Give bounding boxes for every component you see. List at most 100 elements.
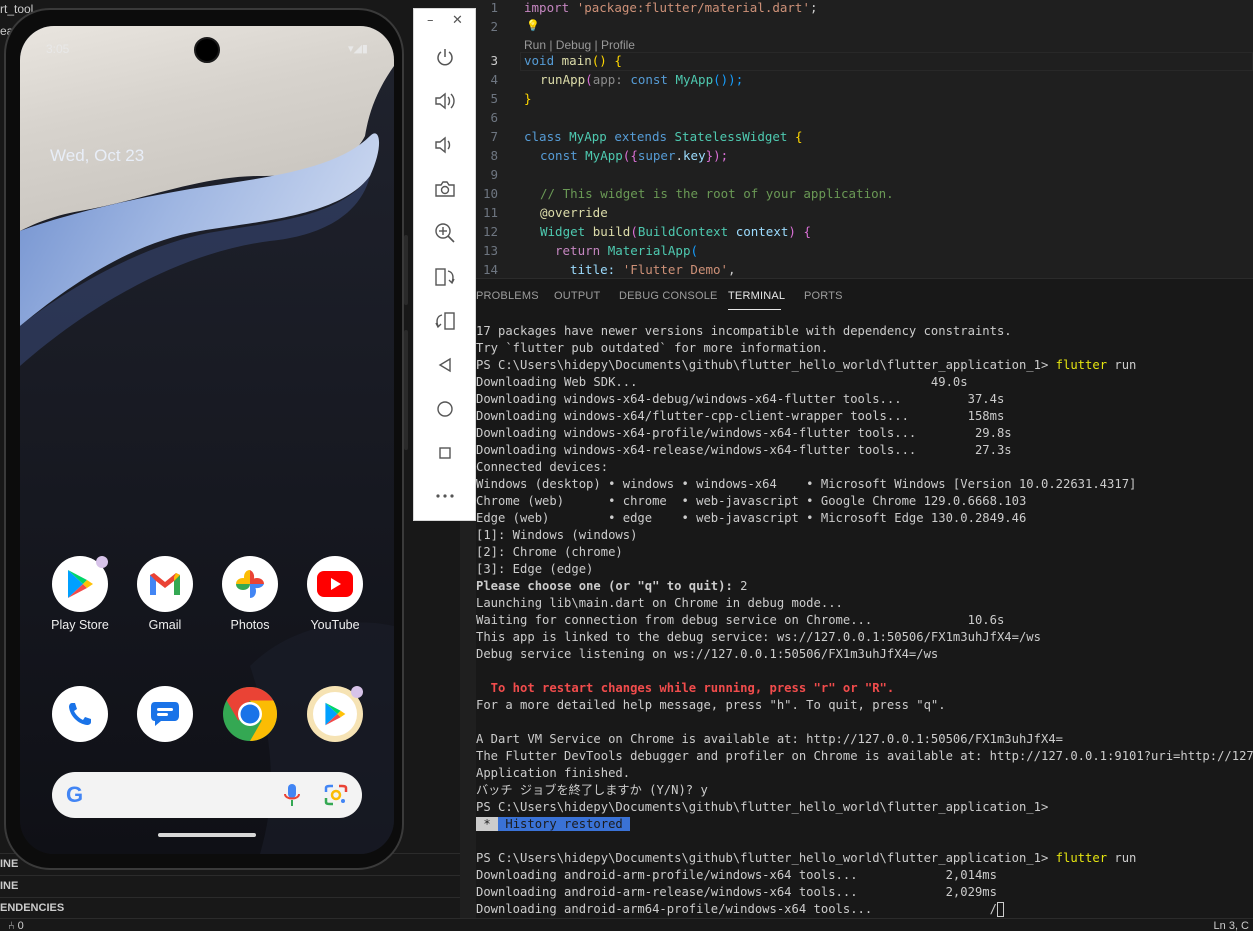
code-token: @override [540, 205, 608, 220]
line-number: 1 [490, 0, 498, 15]
notification-dot [96, 556, 108, 568]
photos-icon[interactable] [222, 556, 278, 612]
power-icon[interactable] [414, 42, 475, 72]
terminal-line: Downloading android-arm64-profile/window… [476, 901, 1253, 918]
phone-volume-button [404, 330, 408, 450]
sidebar-section-timeline[interactable]: INE [0, 875, 460, 897]
status-time: 3:05 [46, 42, 70, 56]
home-icon[interactable] [414, 394, 475, 424]
zoom-icon[interactable] [414, 218, 475, 248]
tab-problems[interactable]: PROBLEMS [476, 290, 539, 302]
chrome-icon[interactable] [222, 686, 278, 742]
camera-icon[interactable] [414, 174, 475, 204]
dock-phone[interactable] [40, 686, 120, 742]
rotate-left-icon[interactable] [414, 262, 475, 292]
terminal-output[interactable]: 17 packages have newer versions incompat… [476, 323, 1253, 918]
dock-chrome[interactable] [210, 686, 290, 742]
codelens-run-debug-profile[interactable]: Run | Debug | Profile [524, 38, 635, 52]
gmail-icon[interactable] [137, 556, 193, 612]
dock-play-games[interactable] [295, 686, 375, 742]
app-gmail[interactable]: Gmail [125, 556, 205, 632]
terminal-line: A Dart VM Service on Chrome is available… [476, 732, 1063, 746]
code-token: Widget [540, 224, 593, 239]
code-token: runApp [540, 72, 586, 87]
terminal-line: Please choose one (or "q" to quit): 2 [476, 578, 1253, 595]
lightbulb-icon[interactable]: 💡 [526, 19, 540, 32]
code-editor[interactable]: 1 import 'package:flutter/material.dart';… [476, 0, 1253, 278]
terminal-cursor [996, 902, 1004, 917]
code-token: ( [690, 243, 699, 258]
code-token: ( [585, 72, 593, 87]
volume-down-icon[interactable] [414, 130, 475, 160]
code-token: () { [591, 53, 622, 68]
terminal-line: [2]: Chrome (chrome) [476, 545, 623, 559]
terminal-line: Downloading android-arm-profile/windows-… [476, 868, 997, 882]
inlay-hint: app: [592, 72, 631, 87]
phone-power-button [404, 235, 408, 305]
code-token: void [524, 53, 562, 68]
code-token: MyApp [675, 72, 714, 87]
command-text: flutter [1055, 851, 1108, 865]
code-token: const [630, 72, 676, 87]
code-token: ()); [713, 72, 744, 87]
back-icon[interactable] [414, 350, 475, 380]
play-store-icon[interactable] [52, 556, 108, 612]
terminal-line: Downloading windows-x64-release/windows-… [476, 443, 1012, 457]
youtube-icon[interactable] [307, 556, 363, 612]
messages-icon[interactable] [137, 686, 193, 742]
terminal-line: * History restored [476, 816, 1253, 833]
choice-answer: 2 [740, 579, 748, 593]
line-number: 9 [490, 167, 498, 182]
terminal-line: PS C:\Users\hidepy\Documents\github\flut… [476, 800, 1049, 814]
home-indicator[interactable] [158, 833, 256, 837]
date-widget[interactable]: Wed, Oct 23 [50, 146, 144, 166]
microphone-icon[interactable] [284, 784, 300, 808]
app-play-store[interactable]: Play Store [40, 556, 120, 632]
close-button[interactable]: ✕ [452, 13, 463, 28]
minimize-button[interactable]: – [427, 13, 434, 28]
terminal-line: PS C:\Users\hidepy\Documents\github\flut… [476, 850, 1253, 867]
phone-emulator: 3:05 ▾◢▮ Wed, Oct 23 Play Store Gmail Ph… [4, 8, 404, 870]
choice-prompt: Please choose one (or "q" to quit): [476, 579, 741, 593]
overview-icon[interactable] [414, 438, 475, 468]
tab-terminal[interactable]: TERMINAL [728, 290, 785, 302]
play-games-icon[interactable] [307, 686, 363, 742]
rotate-right-icon[interactable] [414, 306, 475, 336]
command-arg: run [1107, 358, 1137, 372]
status-cursor-position[interactable]: Ln 3, C [1214, 920, 1249, 931]
google-search-bar[interactable]: G [52, 772, 362, 818]
code-token: ({ [622, 148, 638, 163]
code-token: ( [630, 224, 638, 239]
line-number: 2 [490, 19, 498, 34]
terminal-line: This app is linked to the debug service:… [476, 630, 1041, 644]
tab-debug-console[interactable]: DEBUG CONSOLE [619, 290, 718, 302]
phone-icon[interactable] [52, 686, 108, 742]
volume-up-icon[interactable] [414, 86, 475, 116]
line-number: 11 [482, 205, 498, 220]
more-icon[interactable] [414, 481, 475, 511]
terminal-line: 17 packages have newer versions incompat… [476, 324, 1012, 338]
line-number: 6 [490, 110, 498, 125]
app-youtube[interactable]: YouTube [295, 556, 375, 632]
app-photos[interactable]: Photos [210, 556, 290, 632]
status-ports[interactable]: ⑃ 0 [8, 920, 24, 931]
notification-dot [351, 686, 363, 698]
dock-messages[interactable] [125, 686, 205, 742]
tab-ports[interactable]: PORTS [804, 290, 843, 302]
phone-screen[interactable]: 3:05 ▾◢▮ Wed, Oct 23 Play Store Gmail Ph… [20, 26, 394, 854]
code-token: ; [809, 0, 818, 15]
terminal-line: Chrome (web) • chrome • web-javascript •… [476, 494, 1027, 508]
history-marker: * [476, 817, 499, 831]
code-token: extends [614, 129, 675, 144]
line-number: 4 [490, 72, 498, 87]
code-token: } [524, 91, 532, 106]
code-token: , [728, 262, 736, 277]
terminal-line: Application finished. [476, 766, 631, 780]
tab-output[interactable]: OUTPUT [554, 290, 600, 302]
sidebar-section-dependencies[interactable]: ENDENCIES [0, 897, 460, 919]
terminal-line-highlight: To hot restart changes while running, pr… [476, 681, 895, 695]
line-number: 13 [482, 243, 498, 258]
code-token: MaterialApp [607, 243, 691, 258]
front-camera [194, 37, 220, 63]
lens-icon[interactable] [324, 784, 348, 806]
